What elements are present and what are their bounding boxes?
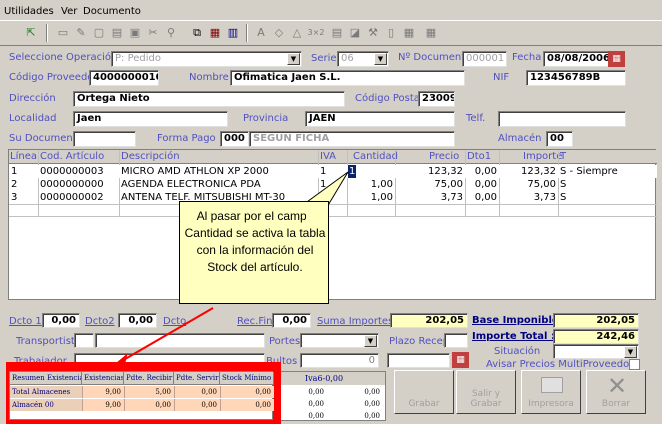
- callout-graphics: [113, 171, 349, 367]
- callout-text: Al pasar por el campo Cantidad se activa…: [184, 209, 326, 274]
